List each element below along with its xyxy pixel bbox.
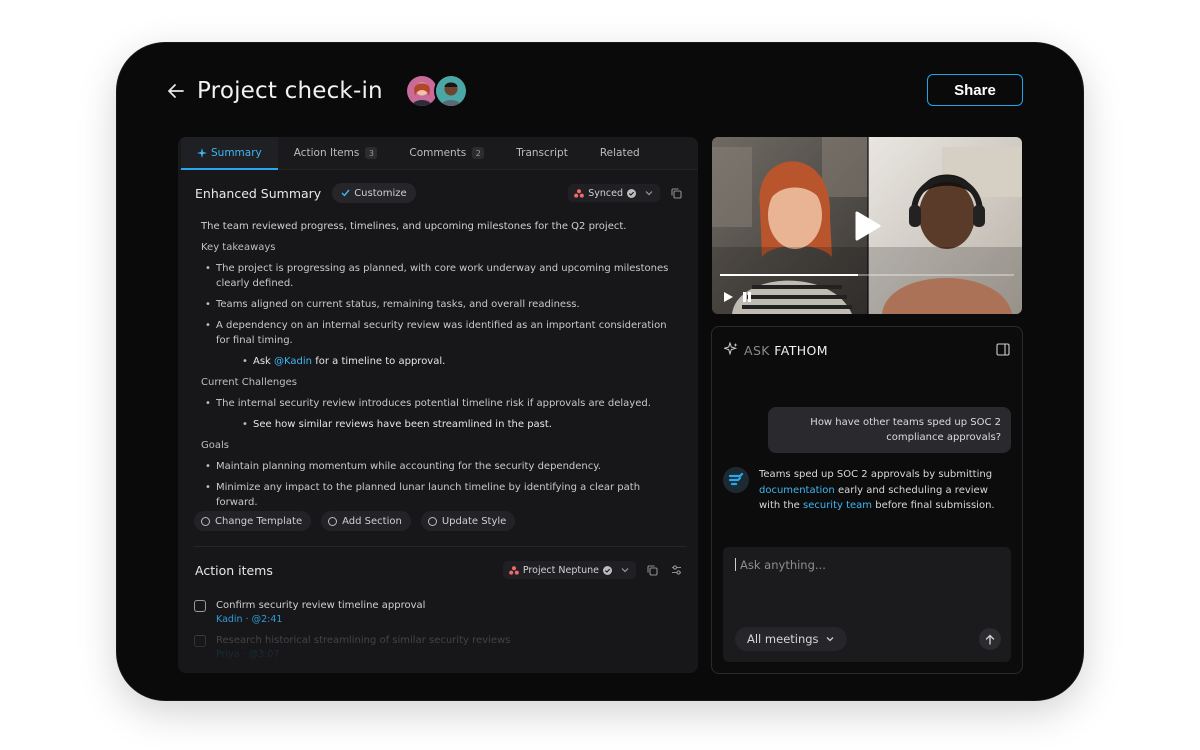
circle-icon xyxy=(201,516,210,526)
sparkle-icon xyxy=(197,148,207,158)
action-item-meta[interactable]: Kadin · @2:41 xyxy=(216,613,425,627)
sparkle-icon xyxy=(722,341,738,360)
tab-comments[interactable]: Comments 2 xyxy=(393,137,500,169)
arrow-up-icon xyxy=(985,634,995,645)
tab-action-items[interactable]: Action Items 3 xyxy=(278,137,394,169)
action-items-header: Action items Project Neptune xyxy=(195,561,684,579)
documentation-link[interactable]: documentation xyxy=(759,485,835,496)
sync-status-dropdown[interactable]: Synced xyxy=(568,184,660,202)
summary-content: The team reviewed progress, timelines, a… xyxy=(201,219,679,516)
challenges-list: The internal security review introduces … xyxy=(201,396,679,432)
action-item-text: Confirm security review timeline approva… xyxy=(216,600,426,611)
asana-icon xyxy=(509,565,519,575)
video-progress xyxy=(720,274,859,276)
key-takeaways-heading: Key takeaways xyxy=(201,242,276,253)
list-item: The internal security review introduces … xyxy=(201,396,679,411)
video-scrubber[interactable] xyxy=(720,274,1014,276)
list-item: Minimize any impact to the planned lunar… xyxy=(201,480,679,510)
list-item: Maintain planning momentum while account… xyxy=(201,459,679,474)
goals-list: Maintain planning momentum while account… xyxy=(201,459,679,510)
top-bar: Project check-in Share xyxy=(165,71,1023,111)
user-message: How have other teams sped up SOC 2 compl… xyxy=(768,407,1011,453)
list-item: Research historical streamlining of simi… xyxy=(194,634,684,662)
update-style-button[interactable]: Update Style xyxy=(420,511,516,531)
tab-transcript[interactable]: Transcript xyxy=(500,137,584,169)
chevron-down-icon xyxy=(645,191,653,196)
section-title: Action items xyxy=(195,562,273,578)
challenges-heading: Current Challenges xyxy=(201,377,297,388)
sidebar-toggle-icon[interactable] xyxy=(996,341,1010,360)
tablet-frame: Project check-in Share Summary Action It… xyxy=(117,43,1083,700)
list-item: Confirm security review timeline approva… xyxy=(194,599,684,627)
ask-fathom-panel: ASK FATHOM How have other teams sped up … xyxy=(711,326,1023,674)
security-team-link[interactable]: security team xyxy=(803,500,872,511)
summary-panel: Summary Action Items 3 Comments 2 Transc… xyxy=(178,137,698,673)
meetings-scope-dropdown[interactable]: All meetings xyxy=(735,627,847,651)
action-items-list: Confirm security review timeline approva… xyxy=(194,599,684,669)
play-icon[interactable] xyxy=(723,288,734,307)
avatar[interactable] xyxy=(433,74,468,108)
change-template-button[interactable]: Change Template xyxy=(194,511,312,531)
chevron-down-icon xyxy=(826,637,834,642)
participant-avatars xyxy=(404,74,468,108)
list-item: The project is progressing as planned, w… xyxy=(201,261,679,291)
share-button[interactable]: Share xyxy=(927,74,1023,106)
customize-button[interactable]: Customize xyxy=(332,183,416,203)
checkbox[interactable] xyxy=(194,635,206,647)
count-badge: 3 xyxy=(365,147,378,159)
project-dropdown[interactable]: Project Neptune xyxy=(502,561,636,579)
page-title: Project check-in xyxy=(197,78,383,104)
send-button[interactable] xyxy=(979,628,1001,650)
tab-related[interactable]: Related xyxy=(584,137,656,169)
section-title: Enhanced Summary xyxy=(195,185,322,201)
assistant-message: Teams sped up SOC 2 approvals by submitt… xyxy=(723,467,1010,514)
list-item: Teams aligned on current status, remaini… xyxy=(201,297,679,312)
action-item-text: Research historical streamlining of simi… xyxy=(216,635,511,646)
play-icon[interactable] xyxy=(853,211,881,245)
user-mention-link[interactable]: @Kadin xyxy=(274,356,312,367)
tab-summary[interactable]: Summary xyxy=(181,137,278,170)
back-arrow-icon[interactable] xyxy=(165,80,187,102)
checkbox[interactable] xyxy=(194,600,206,612)
check-icon xyxy=(341,189,350,197)
filter-sliders-icon[interactable] xyxy=(668,562,684,578)
goals-heading: Goals xyxy=(201,440,229,451)
copy-icon[interactable] xyxy=(668,185,684,201)
circle-icon xyxy=(427,516,437,526)
list-item: Ask @Kadin for a timeline to approval. xyxy=(238,354,679,369)
action-item-meta[interactable]: Priya · @3:07 xyxy=(216,648,510,662)
list-item[interactable]: See how similar reviews have been stream… xyxy=(238,417,679,432)
divider xyxy=(194,546,686,547)
video-player[interactable] xyxy=(712,137,1022,314)
ask-input-placeholder[interactable]: Ask anything... xyxy=(735,558,826,572)
count-badge: 2 xyxy=(472,147,485,159)
summary-header: Enhanced Summary Customize Synced xyxy=(195,183,684,203)
copy-icon[interactable] xyxy=(644,562,660,578)
pause-icon[interactable] xyxy=(742,288,752,307)
chevron-down-icon xyxy=(621,568,629,573)
circle-icon xyxy=(328,516,338,526)
asana-icon xyxy=(574,188,585,198)
verified-icon xyxy=(627,188,636,198)
tab-bar: Summary Action Items 3 Comments 2 Transc… xyxy=(178,137,698,170)
video-controls xyxy=(723,288,752,307)
verified-icon xyxy=(603,565,612,575)
summary-actions: Change Template Add Section Update Style xyxy=(194,511,516,531)
ask-fathom-title: ASK FATHOM xyxy=(744,343,828,358)
takeaways-list: The project is progressing as planned, w… xyxy=(201,261,679,369)
add-section-button[interactable]: Add Section xyxy=(321,511,411,531)
fathom-logo-icon xyxy=(723,467,749,493)
list-item: A dependency on an internal security rev… xyxy=(201,318,679,348)
ask-input-box[interactable]: Ask anything... All meetings xyxy=(723,547,1011,662)
summary-intro: The team reviewed progress, timelines, a… xyxy=(201,221,627,232)
